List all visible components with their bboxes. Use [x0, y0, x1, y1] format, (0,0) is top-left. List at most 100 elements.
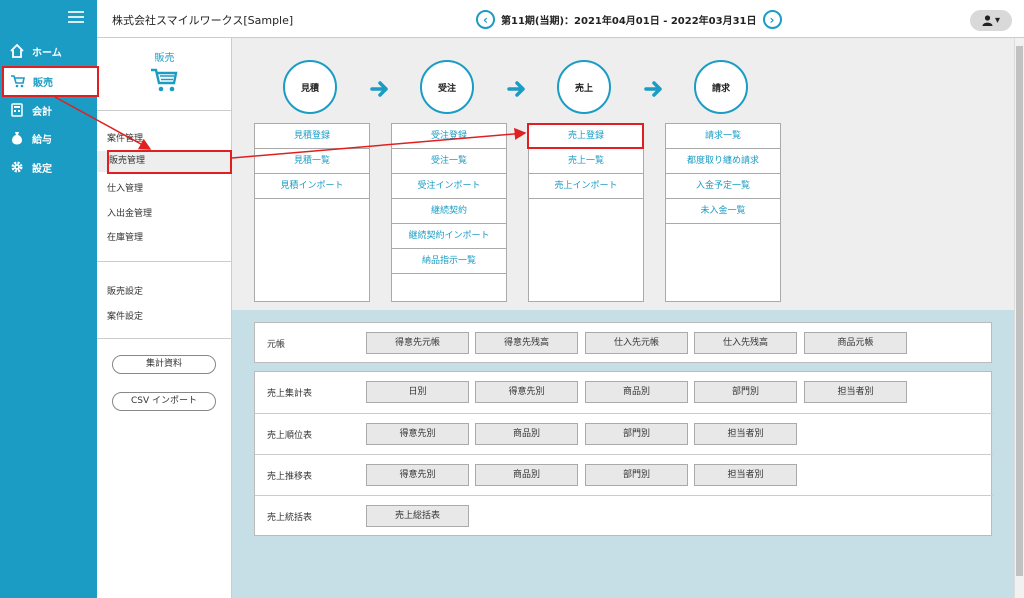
reports-button[interactable]: 集計資料 — [112, 355, 216, 374]
supplier-balance-button[interactable]: 仕入先残高 — [694, 332, 797, 354]
billing-links-panel: 請求一覧 都度取り纏め請求 入金予定一覧 未入金一覧 — [665, 123, 781, 302]
user-icon — [982, 15, 993, 26]
calculator-icon — [10, 103, 24, 117]
by-customer-button[interactable]: 得意先別 — [366, 464, 469, 486]
scrollbar-thumb[interactable] — [1016, 46, 1023, 576]
by-department-button[interactable]: 部門別 — [585, 464, 688, 486]
report-row-sales-overview: 売上統括表 売上総括表 — [255, 495, 993, 536]
link-contract[interactable]: 継続契約 — [392, 199, 506, 224]
report-label: 元帳 — [267, 340, 286, 350]
report-label: 売上推移表 — [267, 472, 313, 482]
arrow-right-icon — [370, 81, 388, 97]
by-department-button[interactable]: 部門別 — [585, 423, 688, 445]
divider — [97, 338, 232, 339]
link-unpaid-list[interactable]: 未入金一覧 — [666, 199, 780, 224]
product-ledger-button[interactable]: 商品元帳 — [804, 332, 907, 354]
fiscal-period-selector: ‹ 第11期(当期)：2021年04月01日 - 2022年03月31日 › — [476, 10, 782, 29]
csv-import-button[interactable]: CSV インポート — [112, 392, 216, 411]
top-header: 株式会社スマイルワークス[Sample] ‹ 第11期(当期)：2021年04月… — [97, 0, 1024, 38]
link-order-register[interactable]: 受注登録 — [392, 124, 506, 149]
customer-ledger-button[interactable]: 得意先元帳 — [366, 332, 469, 354]
submenu-item-purchasing[interactable]: 仕入管理 — [107, 181, 143, 194]
link-delivery-list[interactable]: 納品指示一覧 — [392, 249, 506, 274]
link-invoice-list[interactable]: 請求一覧 — [666, 124, 780, 149]
nav-item-label: ホーム — [32, 47, 62, 59]
nav-item-label: 給与 — [32, 134, 52, 146]
submenu-item-project-settings[interactable]: 案件設定 — [107, 309, 143, 322]
nav-item-label: 設定 — [32, 163, 52, 175]
by-product-button[interactable]: 商品別 — [475, 464, 578, 486]
sales-submenu: 販売 案件管理 販売管理 仕入管理 入出金管理 在庫管理 販売設定 案件設定 集… — [97, 38, 232, 598]
moneybag-icon — [10, 131, 24, 145]
report-label: 売上順位表 — [267, 431, 313, 441]
by-product-button[interactable]: 商品別 — [475, 423, 578, 445]
main-content: 見積 受注 売上 請求 見積登録 見積一覧 見積インポート 受注登録 受注一覧 … — [232, 38, 1014, 598]
nav-item-label: 会計 — [32, 106, 52, 118]
link-consolidated-invoice[interactable]: 都度取り纏め請求 — [666, 149, 780, 174]
next-period-button[interactable]: › — [762, 10, 782, 29]
chevron-down-icon: ▾ — [994, 15, 1001, 26]
ledger-panel: 元帳 得意先元帳 得意先残高 仕入先元帳 仕入先残高 商品元帳 — [254, 322, 992, 363]
arrow-right-icon — [644, 81, 662, 97]
nav-item-settings[interactable]: 設定 — [0, 154, 97, 180]
user-menu-button[interactable]: ▾ — [970, 10, 1012, 31]
submenu-item-sales-settings[interactable]: 販売設定 — [107, 284, 143, 297]
by-staff-button[interactable]: 担当者別 — [694, 423, 797, 445]
highlight-box-sales-register — [527, 123, 644, 149]
highlight-box-sales-nav — [2, 66, 99, 97]
by-customer-button[interactable]: 得意先別 — [475, 381, 578, 403]
hamburger-menu-icon[interactable] — [68, 11, 84, 23]
order-links-panel: 受注登録 受注一覧 受注インポート 継続契約 継続契約インポート 納品指示一覧 — [391, 123, 507, 302]
nav-item-home[interactable]: ホーム — [0, 38, 97, 64]
report-row-sales-summary: 売上集計表 日別 得意先別 商品別 部門別 担当者別 — [255, 372, 993, 413]
link-sales-import[interactable]: 売上インポート — [529, 174, 643, 199]
link-contract-import[interactable]: 継続契約インポート — [392, 224, 506, 249]
cart-icon — [150, 67, 178, 96]
report-label: 売上集計表 — [267, 389, 313, 399]
prev-period-button[interactable]: ‹ — [476, 10, 495, 29]
flow-stage-order: 受注 — [420, 60, 474, 114]
report-row-sales-ranking: 売上順位表 得意先別 商品別 部門別 担当者別 — [255, 413, 993, 454]
arrow-right-icon — [507, 81, 525, 97]
nav-item-payroll[interactable]: 給与 — [0, 125, 97, 151]
supplier-ledger-button[interactable]: 仕入先元帳 — [585, 332, 688, 354]
submenu-item-projects[interactable]: 案件管理 — [107, 131, 143, 144]
reports-area: 元帳 得意先元帳 得意先残高 仕入先元帳 仕入先残高 商品元帳 売上集計表 日別… — [232, 310, 1014, 598]
divider — [97, 110, 232, 111]
customer-balance-button[interactable]: 得意先残高 — [475, 332, 578, 354]
vertical-scrollbar[interactable] — [1014, 38, 1024, 598]
daily-button[interactable]: 日別 — [366, 381, 469, 403]
submenu-item-cashflow[interactable]: 入出金管理 — [107, 206, 152, 219]
link-quote-register[interactable]: 見積登録 — [255, 124, 369, 149]
link-sales-list[interactable]: 売上一覧 — [529, 149, 643, 174]
by-customer-button[interactable]: 得意先別 — [366, 423, 469, 445]
link-quote-list[interactable]: 見積一覧 — [255, 149, 369, 174]
home-icon — [10, 44, 24, 58]
submenu-title: 販売 — [154, 53, 175, 64]
link-payment-schedule[interactable]: 入金予定一覧 — [666, 174, 780, 199]
by-staff-button[interactable]: 担当者別 — [804, 381, 907, 403]
company-name: 株式会社スマイルワークス[Sample] — [112, 14, 294, 27]
by-department-button[interactable]: 部門別 — [694, 381, 797, 403]
quote-links-panel: 見積登録 見積一覧 見積インポート — [254, 123, 370, 302]
sales-reports-panel: 売上集計表 日別 得意先別 商品別 部門別 担当者別 売上順位表 得意先別 商品… — [254, 371, 993, 536]
report-label: 売上統括表 — [267, 513, 313, 523]
link-order-list[interactable]: 受注一覧 — [392, 149, 506, 174]
gear-icon — [10, 160, 24, 174]
link-order-import[interactable]: 受注インポート — [392, 174, 506, 199]
flow-stage-billing: 請求 — [694, 60, 748, 114]
nav-item-accounting[interactable]: 会計 — [0, 97, 97, 123]
flow-stage-quote: 見積 — [283, 60, 337, 114]
sales-links-panel: 売上登録 売上一覧 売上インポート — [528, 123, 644, 302]
link-quote-import[interactable]: 見積インポート — [255, 174, 369, 199]
by-staff-button[interactable]: 担当者別 — [694, 464, 797, 486]
sales-overview-button[interactable]: 売上総括表 — [366, 505, 469, 527]
by-product-button[interactable]: 商品別 — [585, 381, 688, 403]
flow-stage-sales: 売上 — [557, 60, 611, 114]
fiscal-period-label: 第11期(当期)：2021年04月01日 - 2022年03月31日 — [501, 16, 757, 27]
submenu-item-inventory[interactable]: 在庫管理 — [107, 230, 143, 243]
highlight-box-sales-management — [107, 150, 232, 174]
report-row-sales-trend: 売上推移表 得意先別 商品別 部門別 担当者別 — [255, 454, 993, 495]
divider — [97, 261, 232, 262]
report-row-ledger: 元帳 得意先元帳 得意先残高 仕入先元帳 仕入先残高 商品元帳 — [255, 323, 993, 364]
